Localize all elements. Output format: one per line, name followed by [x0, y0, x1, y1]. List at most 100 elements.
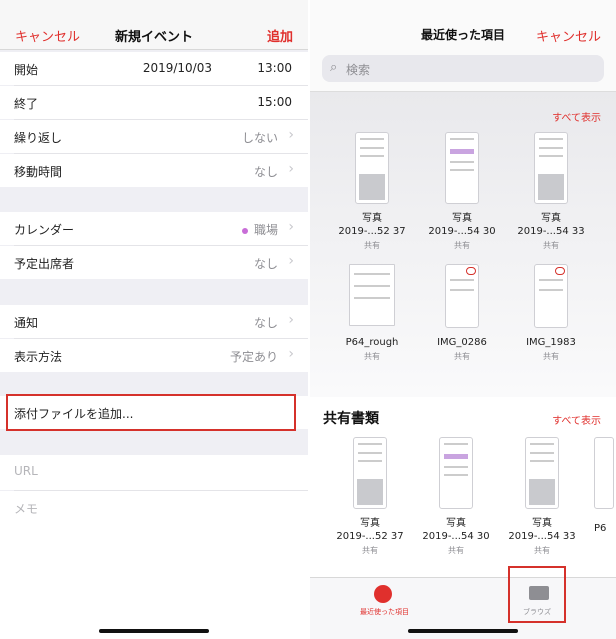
tab-recent-label: 最近使った項目	[360, 608, 409, 616]
file-name: 写真	[532, 518, 552, 529]
file-name: 写真	[446, 518, 466, 529]
file-status: 共有	[448, 546, 464, 555]
file-status: 共有	[364, 352, 380, 361]
home-indicator	[408, 629, 518, 633]
file-name: IMG_1983	[526, 337, 576, 348]
start-date[interactable]: 2019/10/03	[143, 61, 212, 75]
invitees-row[interactable]: 予定出席者 なし ›	[0, 246, 308, 279]
home-indicator	[99, 629, 209, 633]
file-status: 共有	[543, 241, 559, 250]
see-all-link[interactable]: すべて表示	[552, 412, 601, 427]
navigation-bar: 最近使った項目 キャンセル ⌕ 検索	[310, 0, 616, 92]
start-time[interactable]: 13:00	[257, 61, 292, 75]
file-name: P64_rough	[345, 337, 399, 348]
chevron-right-icon: ›	[288, 161, 294, 177]
file-status: 共有	[534, 546, 550, 555]
file-name: 写真	[541, 213, 561, 224]
highlight-box	[6, 394, 296, 431]
add-button[interactable]: 追加	[267, 26, 293, 45]
file-status: 共有	[364, 241, 380, 250]
travel-time-row[interactable]: 移動時間 なし ›	[0, 154, 308, 187]
end-row[interactable]: 終了 15:00	[0, 86, 308, 119]
navigation-bar: キャンセル 新規イベント 追加	[0, 0, 308, 50]
page-title: 新規イベント	[114, 30, 193, 45]
cloud-download-icon	[555, 267, 565, 275]
file-item[interactable]: 写真 2019-...54 33 共有	[502, 437, 582, 556]
invitees-value: なし	[253, 257, 278, 271]
chevron-right-icon: ›	[288, 312, 294, 328]
file-date: 2019-...52 37	[336, 531, 404, 542]
repeat-row[interactable]: 繰り返し しない ›	[0, 120, 308, 153]
file-item[interactable]: 写真 2019-...52 37 共有	[330, 437, 410, 556]
file-item[interactable]: IMG_1983 共有	[511, 264, 591, 362]
file-thumbnail	[445, 264, 479, 328]
file-status: 共有	[454, 352, 470, 361]
chevron-right-icon: ›	[288, 219, 294, 235]
start-label: 開始	[14, 63, 39, 77]
cancel-button[interactable]: キャンセル	[536, 26, 601, 45]
file-date: 2019-...54 33	[517, 226, 585, 237]
search-input[interactable]: ⌕ 検索	[322, 55, 604, 82]
file-thumbnail	[594, 437, 614, 509]
section-title: 共有書類	[323, 411, 379, 427]
file-thumbnail	[349, 264, 395, 326]
alert-row[interactable]: 通知 なし ›	[0, 305, 308, 338]
file-date: 2019-...54 33	[508, 531, 576, 542]
file-date: 2019-...54 30	[428, 226, 496, 237]
search-icon: ⌕	[330, 60, 338, 75]
cloud-download-icon	[466, 267, 476, 275]
chevron-right-icon: ›	[288, 127, 294, 143]
shared-documents-section: 共有書類 すべて表示 写真 2019-...52 37 共有 写真 2019-.…	[310, 397, 616, 577]
calendar-value: 職場	[241, 221, 278, 238]
calendar-label: カレンダー	[14, 223, 75, 237]
file-thumbnail	[355, 132, 389, 204]
files-picker-pane: 最近使った項目 キャンセル ⌕ 検索 すべて表示 写真 2019-...52 3…	[310, 0, 616, 639]
chevron-right-icon: ›	[288, 346, 294, 362]
file-item[interactable]: IMG_0286 共有	[422, 264, 502, 362]
file-item[interactable]: 写真 2019-...54 33 共有	[511, 132, 591, 251]
highlight-box	[508, 566, 566, 623]
file-status: 共有	[454, 241, 470, 250]
repeat-value: しない	[241, 131, 278, 145]
file-item[interactable]: P6	[594, 437, 616, 535]
file-thumbnail	[534, 264, 568, 328]
new-event-pane: キャンセル 新規イベント 追加 開始 2019/10/03 13:00 終了 1…	[0, 0, 308, 639]
file-thumbnail	[439, 437, 473, 509]
alert-value: なし	[253, 316, 278, 330]
calendar-name: 職場	[253, 223, 278, 237]
see-all-link[interactable]: すべて表示	[552, 109, 601, 124]
recent-items-section: すべて表示 写真 2019-...52 37 共有 写真 2019-...54 …	[310, 92, 616, 397]
file-name: IMG_0286	[437, 337, 487, 348]
file-name: 写真	[360, 518, 380, 529]
show-as-row[interactable]: 表示方法 予定あり ›	[0, 339, 308, 372]
file-item[interactable]: 写真 2019-...54 30 共有	[422, 132, 502, 251]
file-item[interactable]: 写真 2019-...54 30 共有	[416, 437, 496, 556]
file-name: 写真	[362, 213, 382, 224]
show-as-value: 予定あり	[229, 350, 278, 364]
file-name: P6	[594, 523, 607, 534]
travel-time-value: なし	[253, 165, 278, 179]
calendar-color-dot	[241, 227, 248, 234]
show-as-label: 表示方法	[14, 350, 63, 364]
url-field[interactable]: URL	[0, 455, 308, 490]
clock-icon	[374, 585, 392, 603]
file-date: 2019-...52 37	[338, 226, 406, 237]
repeat-label: 繰り返し	[14, 131, 63, 145]
file-item[interactable]: P64_rough 共有	[332, 264, 412, 362]
url-placeholder: URL	[14, 464, 38, 478]
calendar-row[interactable]: カレンダー 職場 ›	[0, 212, 308, 245]
file-thumbnail	[353, 437, 387, 509]
end-label: 終了	[14, 97, 39, 111]
file-item[interactable]: 写真 2019-...52 37 共有	[332, 132, 412, 251]
start-row[interactable]: 開始 2019/10/03 13:00	[0, 52, 308, 85]
file-name: 写真	[452, 213, 472, 224]
file-thumbnail	[445, 132, 479, 204]
notes-placeholder: メモ	[14, 502, 39, 516]
travel-time-label: 移動時間	[14, 165, 63, 179]
file-thumbnail	[525, 437, 559, 509]
file-thumbnail	[534, 132, 568, 204]
notes-field[interactable]: メモ	[0, 491, 308, 639]
end-time[interactable]: 15:00	[257, 95, 292, 109]
file-status: 共有	[362, 546, 378, 555]
invitees-label: 予定出席者	[14, 257, 75, 271]
